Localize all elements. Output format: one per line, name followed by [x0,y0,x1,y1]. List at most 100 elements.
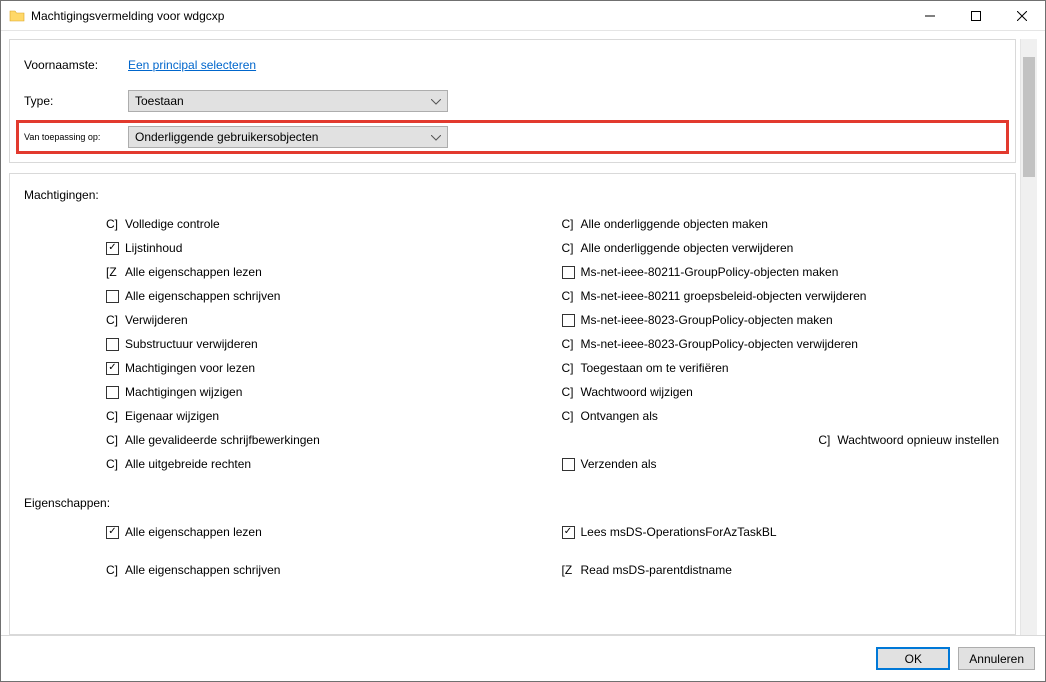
permission-label: Wachtwoord wijzigen [581,385,693,399]
permission-item: [Z Alle eigenschappen lezen [106,260,552,284]
permission-item: C] Verwijderen [106,308,552,332]
permission-label: Volledige controle [125,217,220,231]
tristate-icon: C] [562,217,575,231]
tristate-icon: C] [818,433,831,447]
vertical-scrollbar[interactable] [1020,39,1037,635]
tristate-icon: C] [106,217,119,231]
permission-checkbox-item[interactable]: Ms-net-ieee-80211-GroupPolicy-objecten m… [562,260,1008,284]
tristate-icon: C] [562,337,575,351]
tristate-icon: C] [562,409,575,423]
permission-checkbox-item[interactable]: Machtigingen wijzigen [106,380,552,404]
select-principal-link[interactable]: Een principal selecteren [128,58,256,72]
permission-label: Machtigingen wijzigen [125,385,242,399]
permission-label: Alle eigenschappen schrijven [125,563,280,577]
permission-checkbox-item[interactable]: Ms-net-ieee-8023-GroupPolicy-objecten ma… [562,308,1008,332]
permission-label: Ms-net-ieee-8023-GroupPolicy-objecten ve… [581,337,858,351]
permission-checkbox-item[interactable]: Alle eigenschappen lezen [106,520,552,544]
permission-item: C] Ms-net-ieee-80211 groepsbeleid-objecte… [562,284,1008,308]
permissions-title: Machtigingen: [24,188,1007,202]
permission-label: Alle onderliggende objecten verwijderen [581,241,794,255]
checkbox-icon[interactable] [106,362,119,375]
close-button[interactable] [999,1,1045,31]
tristate-icon: C] [562,385,575,399]
permission-label: Machtigingen voor lezen [125,361,255,375]
tristate-icon: C] [106,409,119,423]
tristate-icon: C] [562,289,575,303]
permission-label: Ms-net-ieee-80211 groepsbeleid-objecten … [581,289,867,303]
chevron-down-icon [431,94,441,108]
permissions-panel: Machtigingen: C]Volledige controleC]Alle… [9,173,1016,635]
permission-label: Substructuur verwijderen [125,337,258,351]
top-panel: Voornaamste: Een principal selecteren Ty… [9,39,1016,163]
applies-to-combo-text: Onderliggende gebruikersobjecten [135,130,431,144]
permission-item: C] Alle gevalideerde schrijfbewerkingen [106,428,552,452]
properties-title: Eigenschappen: [24,496,1007,510]
permission-item: C] Ontvangen als [562,404,1008,428]
permission-checkbox-item[interactable]: Verzenden als [562,452,1008,476]
permission-item: C] Wachtwoord wijzigen [562,380,1008,404]
permission-label: Verzenden als [581,457,657,471]
tristate-icon: C] [106,457,119,471]
permission-item: C] Toegestaan om te verifiëren [562,356,1008,380]
tristate-icon: C] [562,361,575,375]
applies-to-combo[interactable]: Onderliggende gebruikersobjecten [128,126,448,148]
permission-label: Alle eigenschappen lezen [125,265,262,279]
permission-item: C] Alle onderliggende objecten verwijdere… [562,236,1008,260]
permission-item: [Z Read msDS-parentdistname [562,558,1008,582]
permission-entry-window: Machtigingsvermelding voor wdgcxp Voorna… [0,0,1046,682]
type-label: Type: [24,94,128,108]
tristate-icon: C] [106,563,119,577]
permission-checkbox-item[interactable]: Lees msDS-OperationsForAzTaskBL [562,520,1008,544]
tristate-icon: [Z [562,563,575,577]
window-title: Machtigingsvermelding voor wdgcxp [31,9,224,23]
checkbox-icon[interactable] [106,242,119,255]
permission-label: Read msDS-parentdistname [581,563,732,577]
permission-label: Alle gevalideerde schrijfbewerkingen [125,433,320,447]
folder-icon [9,8,25,24]
properties-grid: Alle eigenschappen lezen Lees msDS-Operat… [106,520,1007,582]
checkbox-icon[interactable] [562,458,575,471]
tristate-icon: C] [562,241,575,255]
principal-label: Voornaamste: [24,58,128,72]
permission-checkbox-item[interactable]: Substructuur verwijderen [106,332,552,356]
checkbox-icon[interactable] [106,290,119,303]
permission-item: C] Ms-net-ieee-8023-GroupPolicy-objecten … [562,332,1008,356]
titlebar: Machtigingsvermelding voor wdgcxp [1,1,1045,31]
checkbox-icon[interactable] [106,526,119,539]
ok-button[interactable]: OK [876,647,950,670]
permission-label: Alle eigenschappen lezen [125,525,262,539]
checkbox-icon[interactable] [562,314,575,327]
checkbox-icon[interactable] [106,338,119,351]
permission-label: Alle uitgebreide rechten [125,457,251,471]
permission-checkbox-item[interactable]: Machtigingen voor lezen [106,356,552,380]
permission-label: Eigenaar wijzigen [125,409,219,423]
permission-item: C] Volledige controle [106,212,552,236]
tristate-icon: [Z [106,265,119,279]
permission-label: Ms-net-ieee-8023-GroupPolicy-objecten ma… [581,313,833,327]
maximize-button[interactable] [953,1,999,31]
permission-checkbox-item[interactable]: Lijstinhoud [106,236,552,260]
permission-item: C] Alle eigenschappen schrijven [106,558,552,582]
permission-label: Alle onderliggende objecten maken [581,217,768,231]
permission-label: Ms-net-ieee-80211-GroupPolicy-objecten m… [581,265,839,279]
permission-label: Toegestaan om te verifiëren [581,361,729,375]
tristate-icon: C] [106,433,119,447]
type-combo-text: Toestaan [135,94,431,108]
permission-checkbox-item[interactable]: Alle eigenschappen schrijven [106,284,552,308]
permission-label: Verwijderen [125,313,188,327]
permissions-grid: C] Volledige controle C] Alle onderliggende… [106,212,1007,476]
dialog-footer: OK Annuleren [1,635,1045,681]
minimize-button[interactable] [907,1,953,31]
permission-item: C] Eigenaar wijzigen [106,404,552,428]
cancel-button[interactable]: Annuleren [958,647,1035,670]
permission-item: C] Wachtwoord opnieuw instellen [818,428,1007,452]
permission-label: Wachtwoord opnieuw instellen [837,433,999,447]
checkbox-icon[interactable] [562,526,575,539]
permission-label: Ontvangen als [581,409,658,423]
tristate-icon: C] [106,313,119,327]
checkbox-icon[interactable] [106,386,119,399]
permission-item: C] Alle uitgebreide rechten [106,452,552,476]
checkbox-icon[interactable] [562,266,575,279]
type-combo[interactable]: Toestaan [128,90,448,112]
permission-label: Lees msDS-OperationsForAzTaskBL [581,525,777,539]
